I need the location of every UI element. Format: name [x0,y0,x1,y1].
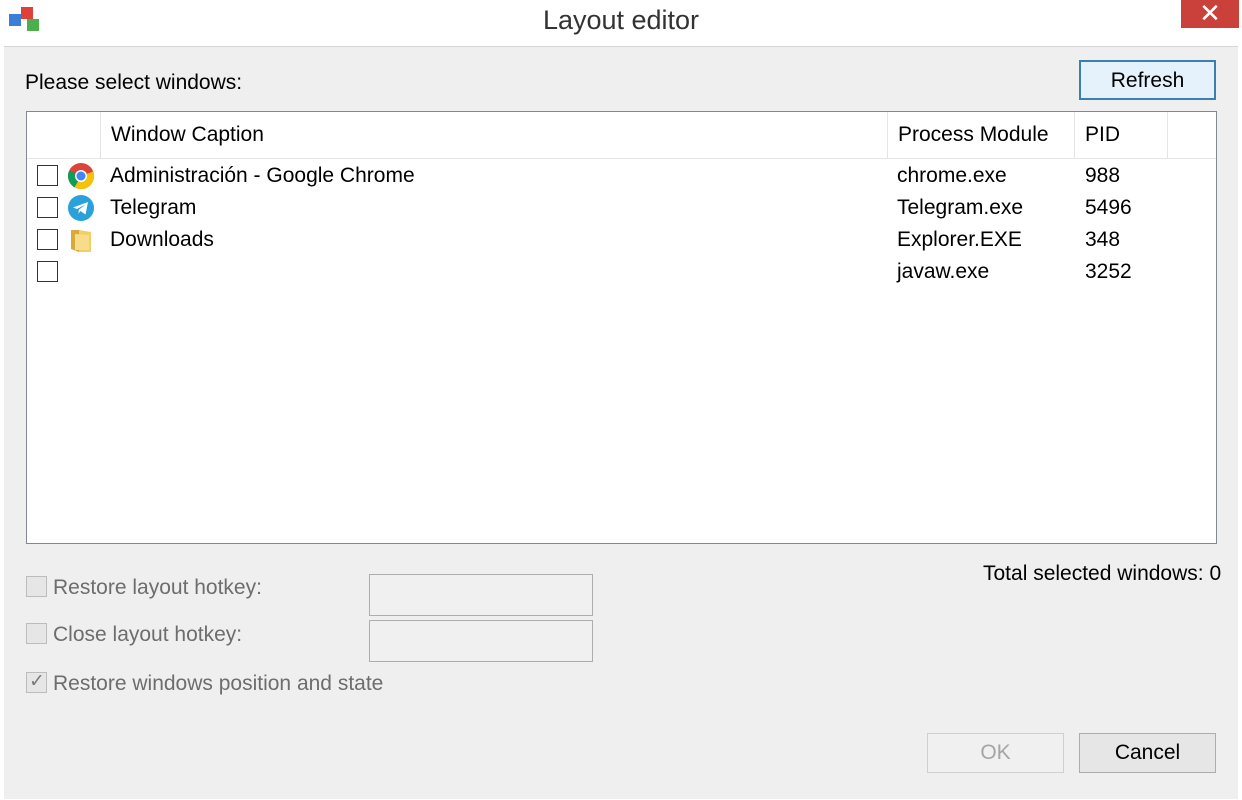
row-checkbox[interactable] [37,197,58,218]
header-process-module[interactable]: Process Module [888,112,1075,158]
pid: 5496 [1085,196,1132,219]
table-row[interactable]: Downloads Explorer.EXE 348 [27,226,1216,258]
restore-state-label: Restore windows position and state [53,672,384,695]
folder-icon [71,230,91,252]
pid: 348 [1085,228,1121,251]
chrome-icon [67,163,95,190]
table-row[interactable]: javaw.exe 3252 [27,258,1216,290]
close-icon: ✕ [1199,0,1221,28]
list-header: Window Caption Process Module PID [27,112,1216,159]
process-module: javaw.exe [897,260,990,283]
table-row[interactable]: Telegram Telegram.exe 5496 [27,194,1216,226]
row-checkbox[interactable] [37,261,58,282]
row-checkbox[interactable] [37,229,58,250]
total-selected-count: Total selected windows: 0 [983,562,1222,585]
window-title: Layout editor [542,5,700,35]
table-row[interactable]: Administración - Google Chrome chrome.ex… [27,162,1216,194]
process-module: Explorer.EXE [897,228,1022,251]
restore-state-option: Restore windows position and state [26,670,384,696]
restore-hotkey-label: Restore layout hotkey: [53,576,262,599]
row-checkbox[interactable] [37,165,58,186]
dialog-body: Please select windows: Refresh Window Ca… [4,46,1238,799]
restore-hotkey-input[interactable] [369,574,593,616]
header-checkbox-column[interactable] [27,112,101,158]
windows-list[interactable]: Window Caption Process Module PID Admini… [26,111,1217,544]
title-bar: Layout editor ✕ [0,0,1242,44]
header-window-caption[interactable]: Window Caption [101,112,888,158]
pid: 988 [1085,164,1121,187]
close-hotkey-checkbox[interactable] [26,622,47,644]
close-hotkey-label: Close layout hotkey: [53,623,243,646]
close-hotkey-input[interactable] [369,620,593,662]
select-windows-label: Please select windows: [25,71,243,94]
restore-hotkey-checkbox[interactable] [26,575,47,597]
header-pid[interactable]: PID [1075,112,1168,158]
window-caption: Telegram [110,196,197,219]
cancel-button[interactable]: Cancel [1079,733,1216,773]
restore-hotkey-option: Restore layout hotkey: [26,575,262,600]
restore-state-checkbox[interactable] [26,670,47,693]
close-hotkey-option: Close layout hotkey: [26,622,243,647]
process-module: Telegram.exe [897,196,1024,219]
window-caption: Downloads [110,228,214,251]
process-module: chrome.exe [897,164,1007,187]
close-button[interactable]: ✕ [1181,0,1239,28]
pid: 3252 [1085,260,1132,283]
ok-button[interactable]: OK [927,733,1064,773]
refresh-button[interactable]: Refresh [1079,60,1216,100]
telegram-icon [68,195,94,221]
window-caption: Administración - Google Chrome [110,164,415,187]
